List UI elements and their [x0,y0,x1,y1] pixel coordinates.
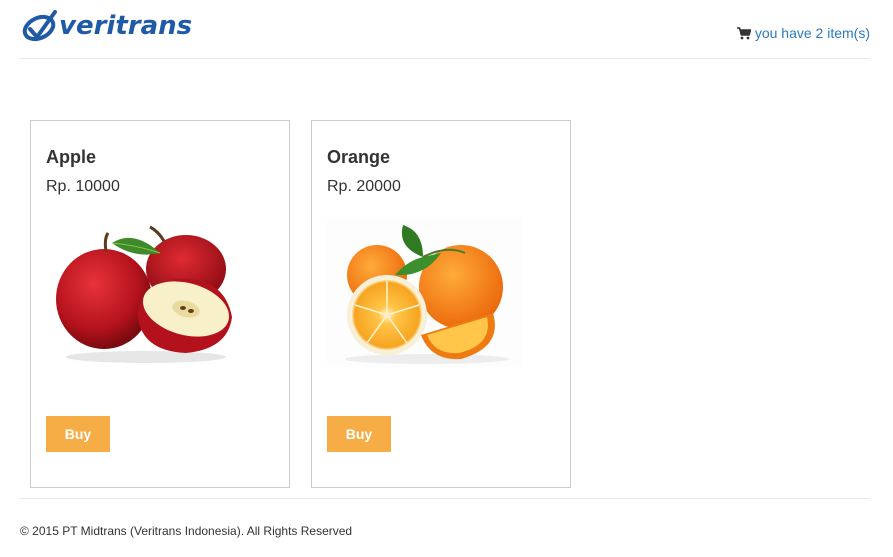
product-price: Rp. 20000 [327,178,401,195]
product-card-orange: Orange Rp. 20000 Buy [311,120,571,488]
cart-link[interactable]: you have 2 item(s) [736,25,870,41]
shopping-cart-icon [736,26,751,39]
product-price: Rp. 10000 [46,178,120,195]
product-card-apple: Apple Rp. 10000 Buy [30,120,290,488]
product-title: Apple [46,147,97,167]
footer-copyright: © 2015 PT Midtrans (Veritrans Indonesia)… [20,524,353,538]
buy-button[interactable]: Buy [46,416,110,452]
site-header: veritrans you have 2 item(s) [20,0,870,59]
product-title: Orange [327,147,391,167]
orange-image [327,217,523,367]
cart-text[interactable]: you have 2 item(s) [755,25,870,41]
veritrans-logo[interactable]: veritrans [22,9,192,43]
footer-divider [20,498,870,499]
buy-button[interactable]: Buy [327,416,391,452]
apple-image [56,225,232,363]
veritrans-logo-icon [22,10,57,42]
logo-text: veritrans [59,11,193,41]
